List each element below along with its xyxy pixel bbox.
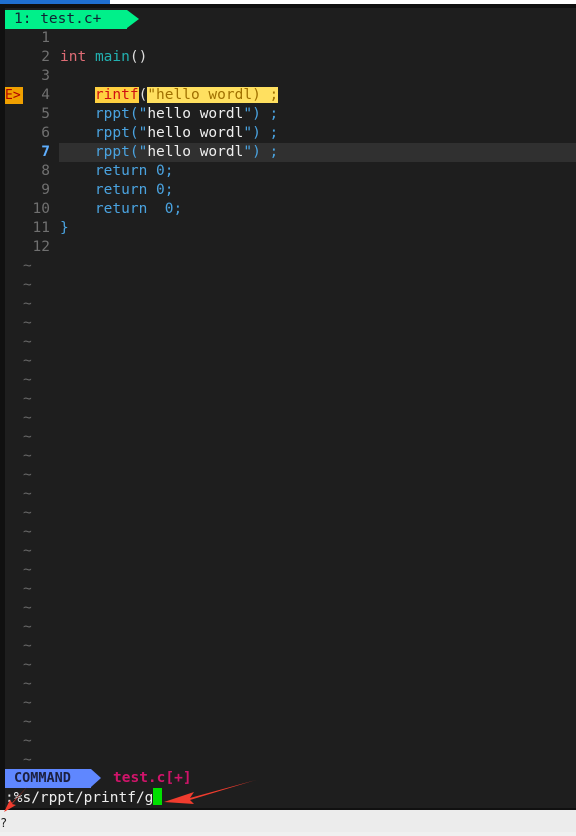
code-text: return 0; xyxy=(60,181,174,200)
code-line[interactable]: 8 return 0; xyxy=(5,162,576,181)
line-number: 5 xyxy=(41,106,50,122)
code-line[interactable]: 7 rppt("hello wordl") ; xyxy=(5,143,576,162)
empty-line-tilde: ~ xyxy=(23,752,32,768)
empty-line-tilde: ~ xyxy=(23,657,32,673)
empty-line-tilde: ~ xyxy=(23,429,32,445)
empty-line-tilde: ~ xyxy=(23,353,32,369)
code-token: ") ; xyxy=(243,125,279,141)
code-line[interactable]: 6 rppt("hello wordl") ; xyxy=(5,124,576,143)
code-token: rppt(" xyxy=(94,125,148,141)
empty-line-tilde: ~ xyxy=(23,562,32,578)
code-token: main xyxy=(94,49,130,65)
code-token: hello wordl xyxy=(147,144,244,160)
line-number: 8 xyxy=(41,163,50,179)
code-line[interactable]: 10 return 0; xyxy=(5,200,576,219)
line-number: 6 xyxy=(41,125,50,141)
code-token: hello wordl xyxy=(147,125,244,141)
code-token: int xyxy=(60,49,87,65)
empty-line-tilde: ~ xyxy=(23,467,32,483)
code-line[interactable]: 9 return 0; xyxy=(5,181,576,200)
empty-line-tilde: ~ xyxy=(23,676,32,692)
empty-line-tilde: ~ xyxy=(23,581,32,597)
code-line[interactable]: 11} xyxy=(5,219,576,238)
empty-line-tilde: ~ xyxy=(23,524,32,540)
code-token: rppt(" xyxy=(94,106,148,122)
empty-line-tilde: ~ xyxy=(23,486,32,502)
line-number: 10 xyxy=(32,201,50,217)
code-token: () xyxy=(129,49,148,65)
empty-line-tilde: ~ xyxy=(23,505,32,521)
code-text: return 0; xyxy=(60,162,174,181)
empty-line-tilde: ~ xyxy=(23,448,32,464)
empty-line-tilde: ~ xyxy=(23,334,32,350)
code-token: rintf xyxy=(94,87,139,103)
code-token: ") ; xyxy=(243,106,279,122)
code-text: rppt("hello wordl") ; xyxy=(60,143,278,162)
code-token: return 0; xyxy=(94,163,174,179)
code-text: rppt("hello wordl") ; xyxy=(60,124,278,143)
code-line[interactable]: E> 4 rintf("hello wordl) ; xyxy=(5,86,576,105)
empty-line-tilde: ~ xyxy=(23,714,32,730)
code-line[interactable]: 1 xyxy=(5,29,576,48)
empty-line-tilde: ~ xyxy=(23,277,32,293)
below-window-area: ? xyxy=(0,810,576,832)
line-number: 1 xyxy=(41,30,50,46)
code-token: ") ; xyxy=(243,144,279,160)
empty-line-tilde: ~ xyxy=(23,258,32,274)
code-line[interactable]: 12 xyxy=(5,238,576,257)
code-token: return 0; xyxy=(94,201,183,217)
line-number: 11 xyxy=(32,220,50,236)
code-token: } xyxy=(60,220,69,236)
empty-line-tilde: ~ xyxy=(23,372,32,388)
code-text: } xyxy=(60,219,69,238)
empty-line-tilde: ~ xyxy=(23,638,32,654)
empty-line-tilde: ~ xyxy=(23,543,32,559)
annotation-arrow-icon xyxy=(4,786,28,812)
code-text: rppt("hello wordl") ; xyxy=(60,105,278,124)
code-line[interactable]: 5 rppt("hello wordl") ; xyxy=(5,105,576,124)
code-text: rintf("hello wordl) ; xyxy=(60,86,279,105)
empty-line-tilde: ~ xyxy=(23,733,32,749)
line-number: 7 xyxy=(41,144,50,160)
empty-line-tilde: ~ xyxy=(23,296,32,312)
code-token: return 0; xyxy=(94,182,174,198)
code-line[interactable]: 3 xyxy=(5,67,576,86)
empty-line-tilde: ~ xyxy=(23,410,32,426)
empty-line-tilde: ~ xyxy=(23,619,32,635)
empty-line-tilde: ~ xyxy=(23,695,32,711)
code-line[interactable]: 2 int main() xyxy=(5,48,576,67)
below-text: ? xyxy=(0,816,8,830)
code-token: hello wordl xyxy=(147,106,244,122)
code-token: rppt(" xyxy=(94,144,148,160)
line-number: 4 xyxy=(41,87,50,103)
buffer-tab[interactable]: 1: test.c+ xyxy=(5,10,139,29)
line-number: 9 xyxy=(41,182,50,198)
line-number: 12 xyxy=(32,239,50,255)
code-text: return 0; xyxy=(60,200,182,219)
code-token: ( xyxy=(138,87,148,103)
annotation-arrow-icon xyxy=(164,780,256,804)
line-number: 2 xyxy=(41,49,50,65)
line-number: 3 xyxy=(41,68,50,84)
statusline: COMMAND test.c[+] xyxy=(5,769,576,788)
empty-line-tilde: ~ xyxy=(23,600,32,616)
empty-line-tilde: ~ xyxy=(23,315,32,331)
error-sign: E> xyxy=(5,87,23,104)
empty-line-tilde: ~ xyxy=(23,391,32,407)
code-text: int main() xyxy=(60,48,147,67)
code-token: "hello wordl) ; xyxy=(147,87,279,103)
